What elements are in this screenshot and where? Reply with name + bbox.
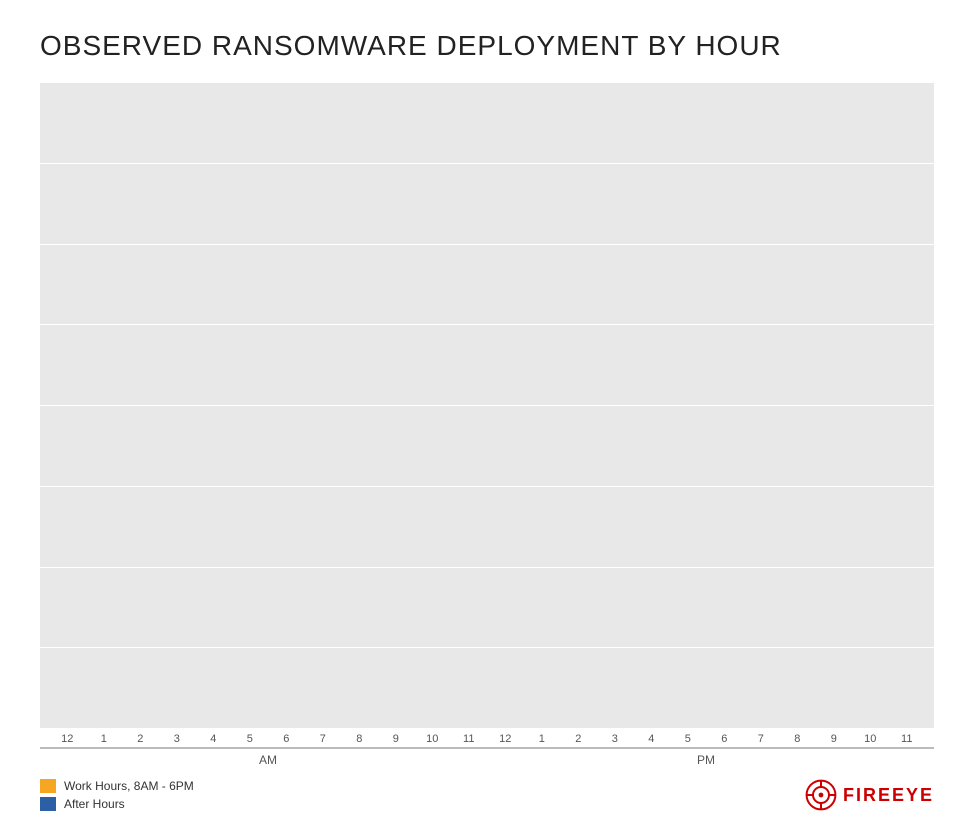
x-label: 6 [721,733,727,745]
x-label: 2 [137,733,143,745]
work-hours-swatch [40,779,56,793]
fireeye-icon [805,779,837,811]
x-label-group: 6 [269,733,304,745]
bars-container [40,82,934,729]
x-label: 1 [101,733,107,745]
chart-inner [40,82,934,729]
chart-area: 121234567891011121234567891011 AMPM [40,82,934,769]
am-section: AM [50,751,486,769]
x-label: 12 [61,733,73,745]
x-label-group: 1 [87,733,122,745]
am-pm-row: AM PM [40,751,934,769]
x-label: 8 [356,733,362,745]
x-axis: 121234567891011121234567891011 [40,729,934,745]
x-label-group: 8 [342,733,377,745]
legend-fireeye-row: Work Hours, 8AM - 6PM After Hours FIREEY… [40,779,934,811]
x-label: 3 [612,733,618,745]
x-label-group: 12 [50,733,85,745]
x-label: 4 [210,733,216,745]
legend-item-work-hours: Work Hours, 8AM - 6PM [40,779,194,793]
x-label-group: 3 [598,733,633,745]
x-label: 7 [758,733,764,745]
x-label-group: 5 [233,733,268,745]
legend-item-after-hours: After Hours [40,797,194,811]
x-label: 9 [393,733,399,745]
after-hours-swatch [40,797,56,811]
x-label: 7 [320,733,326,745]
x-label: 11 [901,733,912,745]
x-label-group: 11 [890,733,925,745]
x-label: 8 [794,733,800,745]
x-label-group: 11 [452,733,487,745]
x-label-group: 7 [306,733,341,745]
x-label-group: 5 [671,733,706,745]
fireeye-text: FIREEYE [843,785,934,806]
x-label: 6 [283,733,289,745]
divider-line [40,747,934,749]
chart-title: OBSERVED RANSOMWARE DEPLOYMENT BY HOUR [40,30,934,62]
x-label-group: 3 [160,733,195,745]
x-label: 4 [648,733,654,745]
x-label: 10 [864,733,876,745]
x-label-group: 1 [525,733,560,745]
x-label-group: 8 [780,733,815,745]
x-label-group: 4 [196,733,231,745]
fireeye-logo: FIREEYE [805,779,934,811]
x-label-group: 2 [561,733,596,745]
x-label-group: 10 [853,733,888,745]
x-label-group: 12 [488,733,523,745]
pm-section: PM [488,751,924,769]
x-label-group: 9 [379,733,414,745]
pm-label: PM [697,753,715,767]
x-label: 1 [539,733,545,745]
after-hours-label: After Hours [64,797,125,811]
x-label-group: 9 [817,733,852,745]
x-label: 2 [575,733,581,745]
x-label: 5 [247,733,253,745]
x-label: 10 [426,733,438,745]
x-label-group: 10 [415,733,450,745]
x-label: 12 [499,733,511,745]
x-label: 9 [831,733,837,745]
x-label-group: 7 [744,733,779,745]
x-label-group: 6 [707,733,742,745]
work-hours-label: Work Hours, 8AM - 6PM [64,779,194,793]
am-label: AM [259,753,277,767]
x-label: 5 [685,733,691,745]
x-label: 11 [463,733,474,745]
x-label-group: 2 [123,733,158,745]
page: OBSERVED RANSOMWARE DEPLOYMENT BY HOUR 1… [0,0,974,831]
x-label-group: 4 [634,733,669,745]
x-label: 3 [174,733,180,745]
legend: Work Hours, 8AM - 6PM After Hours [40,779,194,811]
